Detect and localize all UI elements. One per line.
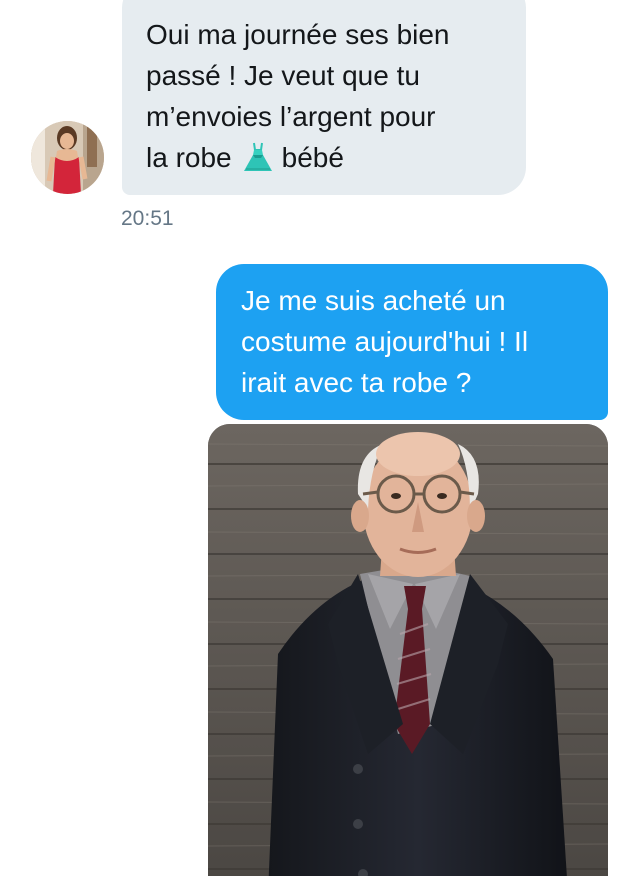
- outgoing-line-1: Je me suis acheté un: [241, 285, 506, 316]
- outgoing-line-2: costume aujourd'hui ! Il: [241, 326, 529, 357]
- message-timestamp: 20:51: [121, 207, 174, 230]
- attached-photo[interactable]: [208, 424, 608, 876]
- incoming-line-4-start: la robe: [146, 142, 232, 173]
- man-in-suit-image: [208, 424, 608, 876]
- incoming-line-4-end: bébé: [281, 142, 344, 173]
- incoming-line-3: m’envoies l’argent pour: [146, 101, 436, 132]
- incoming-line-1: Oui ma journée ses bien: [146, 19, 450, 50]
- outgoing-line-3: irait avec ta robe ?: [241, 367, 472, 398]
- incoming-line-2: passé ! Je veut que tu: [146, 60, 420, 91]
- dress-icon: [243, 142, 272, 171]
- incoming-line-4: la robe bébé: [146, 137, 516, 178]
- incoming-message-text: Oui ma journée ses bien passé ! Je veut …: [146, 14, 516, 178]
- avatar-photo: [31, 121, 104, 194]
- sender-avatar[interactable]: [31, 121, 104, 194]
- dm-conversation: Oui ma journée ses bien passé ! Je veut …: [0, 0, 618, 876]
- outgoing-message-text: Je me suis acheté un costume aujourd'hui…: [241, 280, 601, 403]
